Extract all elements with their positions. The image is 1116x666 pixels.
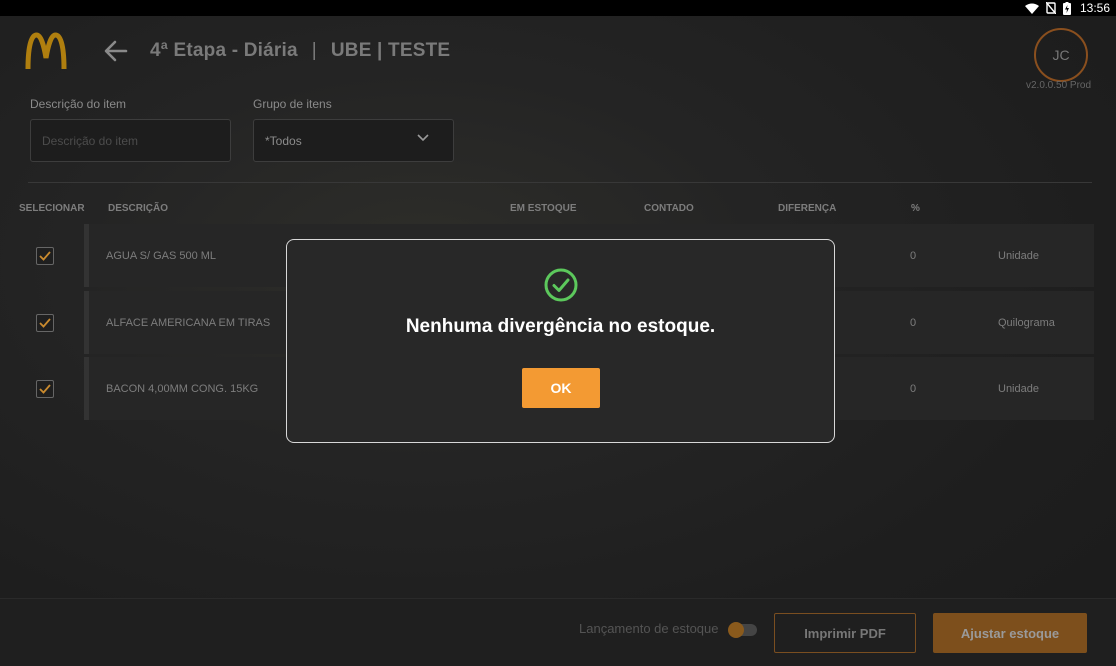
title-stage: 4ª Etapa - Diária: [150, 40, 298, 61]
row-unit: Unidade: [998, 249, 1039, 262]
row-accent: [84, 224, 89, 287]
description-search-input[interactable]: Descrição do item: [30, 119, 231, 162]
row-percent: 0: [910, 316, 917, 329]
success-dialog: Nenhuma divergência no estoque. OK: [286, 239, 835, 443]
group-select-value: *Todos: [265, 133, 302, 148]
group-select[interactable]: *Todos: [253, 119, 454, 162]
row-description: ALFACE AMERICANA EM TIRAS: [106, 316, 271, 329]
row-unit: Unidade: [998, 382, 1039, 395]
title-separator: |: [311, 40, 317, 61]
chevron-down-icon: [417, 134, 429, 142]
row-checkbox[interactable]: [36, 314, 54, 332]
header-select: SELECIONAR: [19, 203, 85, 214]
row-checkbox[interactable]: [36, 380, 54, 398]
footer-bar: Lançamento de estoque Imprimir PDF Ajust…: [0, 598, 1116, 666]
stock-launch-toggle-label: Lançamento de estoque: [579, 621, 719, 636]
row-description: AGUA S/ GAS 500 ML: [106, 249, 217, 262]
toggle-knob: [728, 622, 744, 638]
row-unit: Quilograma: [998, 316, 1055, 329]
header-in-stock: EM ESTOQUE: [510, 203, 577, 214]
avatar[interactable]: JC: [1034, 28, 1088, 82]
page-title: 4ª Etapa - Diária | UBE | TESTE: [150, 40, 450, 62]
row-percent: 0: [910, 382, 917, 395]
dialog-message: Nenhuma divergência no estoque.: [405, 316, 716, 337]
group-filter-label: Grupo de itens: [253, 97, 332, 111]
status-icons: 13:56: [1024, 0, 1110, 16]
wifi-icon: [1024, 3, 1039, 14]
row-checkbox[interactable]: [36, 247, 54, 265]
header-difference: DIFERENÇA: [778, 203, 837, 214]
battery-charging-icon: [1062, 1, 1071, 15]
back-arrow-icon[interactable]: [104, 40, 128, 62]
ok-button[interactable]: OK: [522, 368, 600, 408]
stock-launch-toggle[interactable]: [728, 622, 757, 638]
row-percent: 0: [910, 249, 917, 262]
clock: 13:56: [1079, 1, 1110, 15]
description-placeholder: Descrição do item: [42, 133, 139, 148]
row-accent: [84, 357, 89, 420]
row-accent: [84, 291, 89, 354]
filters-divider: [28, 182, 1092, 183]
version-label: v2.0.0.50 Prod: [1026, 80, 1092, 91]
checkmark-icon: [39, 251, 51, 261]
title-unit: UBE | TESTE: [330, 40, 451, 61]
status-bar: 13:56: [0, 0, 1116, 16]
header-description: DESCRIÇÃO: [108, 203, 169, 214]
mcdonalds-logo: [25, 32, 67, 70]
checkmark-icon: [39, 318, 51, 328]
header-counted: CONTADO: [644, 203, 694, 214]
row-description: BACON 4,00MM CONG. 15KG: [106, 382, 259, 395]
print-pdf-button[interactable]: Imprimir PDF: [774, 613, 916, 653]
checkmark-icon: [39, 384, 51, 394]
avatar-initials: JC: [1052, 47, 1070, 63]
description-filter-label: Descrição do item: [30, 97, 127, 111]
header-percent: %: [911, 203, 920, 214]
adjust-stock-button[interactable]: Ajustar estoque: [933, 613, 1087, 653]
check-circle-icon: [544, 268, 578, 302]
no-sim-icon: [1045, 2, 1056, 14]
